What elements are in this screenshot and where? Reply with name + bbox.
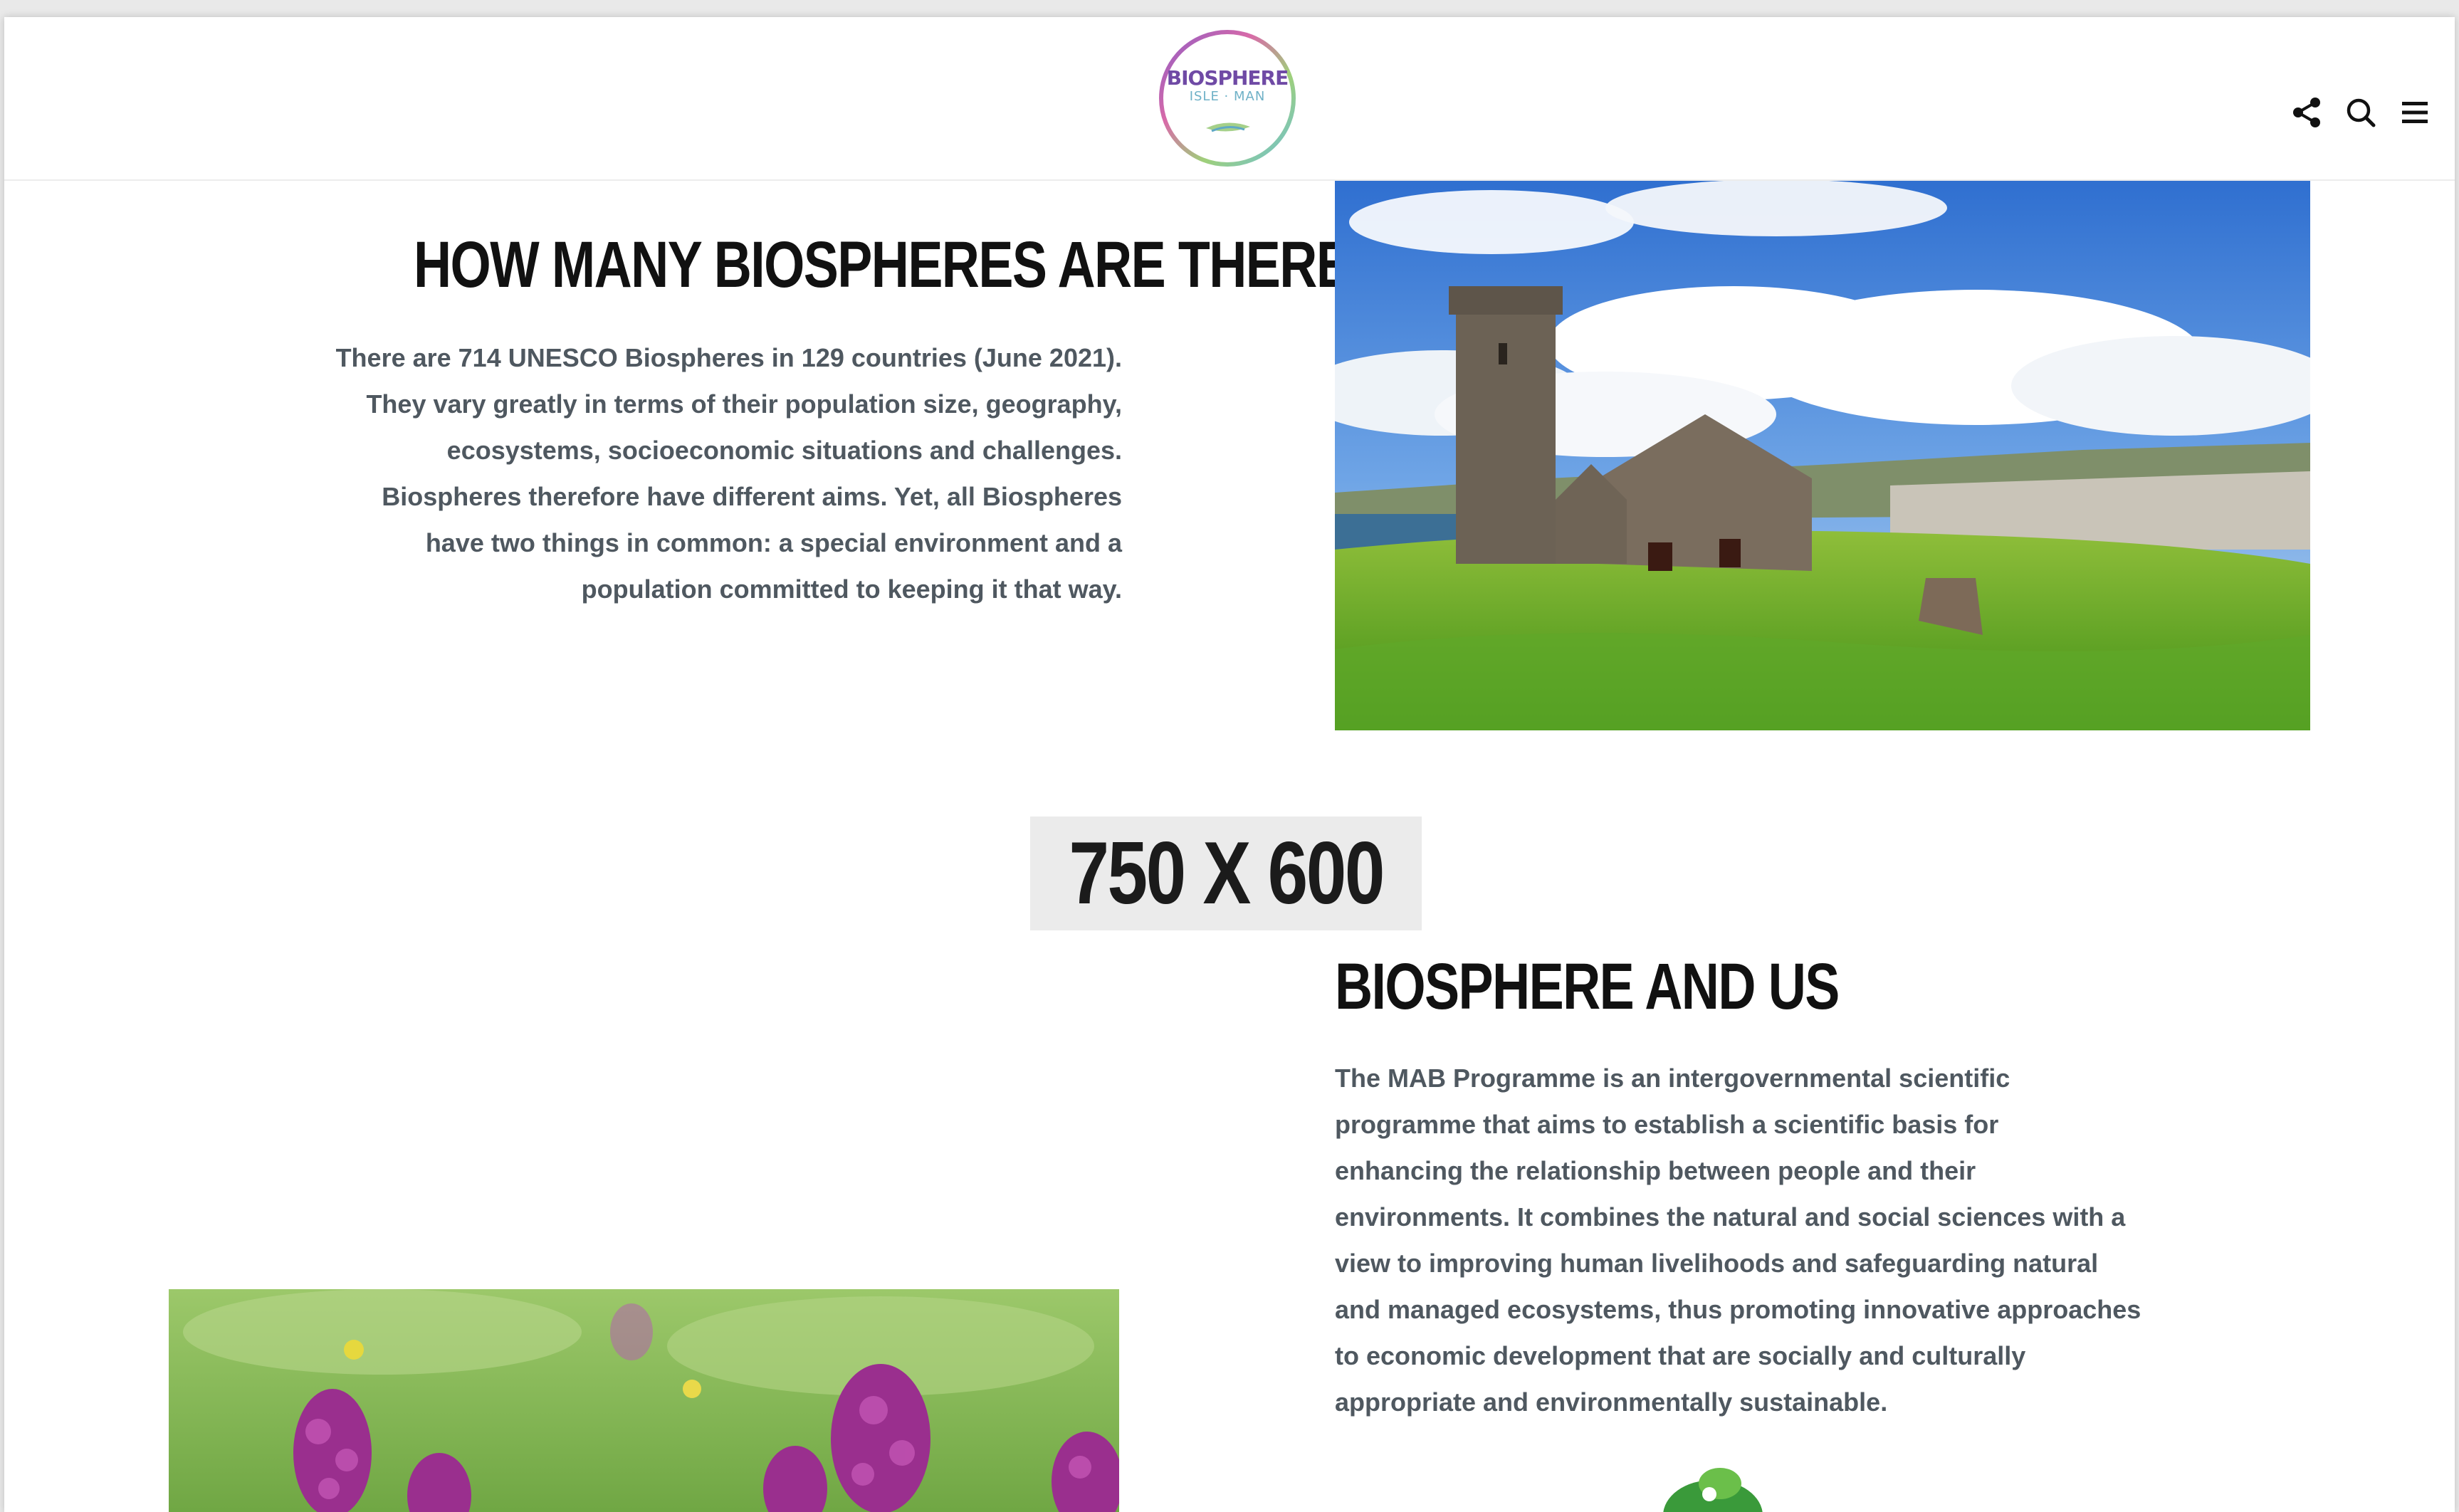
paragraph-line: ecosystems, socioeconomic situations and…: [446, 436, 1122, 465]
logo-text: BIOSPHERE ISLE · MAN: [1156, 68, 1299, 103]
paragraph-line: They vary greatly in terms of their popu…: [366, 389, 1122, 419]
paragraph-line: to economic development that are sociall…: [1335, 1341, 2026, 1370]
site-header: BIOSPHERE ISLE · MAN: [4, 17, 2455, 181]
paragraph-line: and managed ecosystems, thus promoting i…: [1335, 1295, 2141, 1324]
paragraph-line: enhancing the relationship between peopl…: [1335, 1156, 1976, 1185]
page: BIOSPHERE ISLE · MAN HOW MANY BIOSPHERES…: [4, 17, 2455, 1512]
search-icon[interactable]: [2344, 95, 2378, 130]
image-placeholder: 750 X 600: [1030, 817, 1422, 930]
paragraph-line: have two things in common: a special env…: [425, 528, 1122, 557]
orchid-flowers-image: [169, 1289, 1119, 1512]
placeholder-label: 750 X 600: [1069, 824, 1385, 923]
logo-line2: ISLE · MAN: [1189, 89, 1266, 104]
paragraph-line: Biospheres therefore have different aims…: [382, 482, 1122, 511]
section2-paragraph: The MAB Programme is an intergovernmenta…: [1335, 1055, 2141, 1425]
mascot-image-partial: [1642, 1462, 1770, 1512]
paragraph-line: environments. It combines the natural an…: [1335, 1202, 2126, 1232]
share-icon[interactable]: [2290, 95, 2324, 130]
castle-ruins-image: [1335, 179, 2310, 730]
paragraph-line: appropriate and environmentally sustaina…: [1335, 1387, 1888, 1417]
section-heading-biosphere-and-us: BIOSPHERE AND US: [1335, 950, 1840, 1023]
section-heading-how-many: HOW MANY BIOSPHERES ARE THERE?: [414, 229, 1382, 301]
paragraph-line: view to improving human livelihoods and …: [1335, 1249, 2099, 1278]
section1-paragraph: There are 714 UNESCO Biospheres in 129 c…: [218, 335, 1122, 612]
paragraph-line: population committed to keeping it that …: [581, 574, 1122, 604]
hamburger-menu-icon[interactable]: [2398, 95, 2432, 130]
logo-line1: BIOSPHERE: [1166, 66, 1289, 90]
paragraph-line: programme that aims to establish a scien…: [1335, 1110, 1999, 1139]
paragraph-line: The MAB Programme is an intergovernmenta…: [1335, 1064, 2010, 1093]
biosphere-logo[interactable]: BIOSPHERE ISLE · MAN: [1156, 27, 1299, 169]
paragraph-line: There are 714 UNESCO Biospheres in 129 c…: [335, 343, 1122, 372]
